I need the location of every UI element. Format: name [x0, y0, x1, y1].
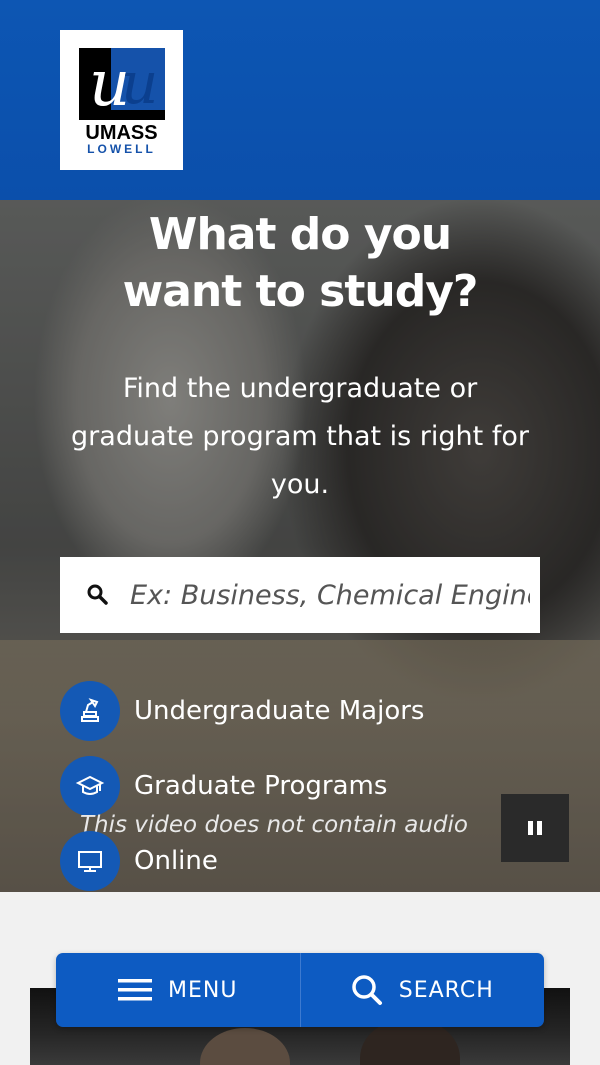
- undergraduate-majors-label: Undergraduate Majors: [134, 696, 425, 726]
- monitor-icon: [60, 831, 120, 891]
- search-button[interactable]: SEARCH: [301, 953, 545, 1027]
- hero-title-line-1: What do you: [148, 209, 452, 260]
- pause-icon: [528, 821, 533, 835]
- hamburger-icon: [118, 978, 153, 1002]
- search-icon: [351, 974, 383, 1006]
- graduate-programs-label: Graduate Programs: [134, 771, 388, 801]
- lamp-books-icon: [60, 681, 120, 741]
- search-label: SEARCH: [398, 977, 494, 1003]
- logo-wordmark-bottom: LOWELL: [87, 142, 156, 156]
- hero-title-line-2: want to study?: [122, 266, 479, 317]
- logo-mark: u u: [79, 48, 165, 120]
- undergraduate-majors-link[interactable]: Undergraduate Majors: [60, 681, 424, 741]
- menu-label: MENU: [168, 977, 238, 1003]
- hero-title: What do you want to study?: [0, 206, 600, 320]
- online-programs-link[interactable]: Online: [60, 831, 218, 891]
- bottom-nav-bar: MENU SEARCH: [56, 953, 544, 1027]
- umass-lowell-logo[interactable]: u u UMASS LOWELL: [60, 30, 183, 170]
- graduate-programs-link[interactable]: Graduate Programs: [60, 756, 387, 816]
- hero-subtitle: Find the undergraduate or graduate progr…: [71, 373, 529, 500]
- menu-button[interactable]: MENU: [56, 953, 300, 1027]
- site-header: u u UMASS LOWELL: [0, 0, 600, 200]
- search-icon: [87, 584, 108, 605]
- program-search-box[interactable]: [60, 557, 540, 633]
- hero-section: What do you want to study? Find the unde…: [0, 200, 600, 892]
- program-search-input[interactable]: [130, 557, 530, 633]
- online-label: Online: [134, 846, 218, 876]
- graduation-cap-icon: [60, 756, 120, 816]
- video-pause-button[interactable]: [501, 794, 569, 862]
